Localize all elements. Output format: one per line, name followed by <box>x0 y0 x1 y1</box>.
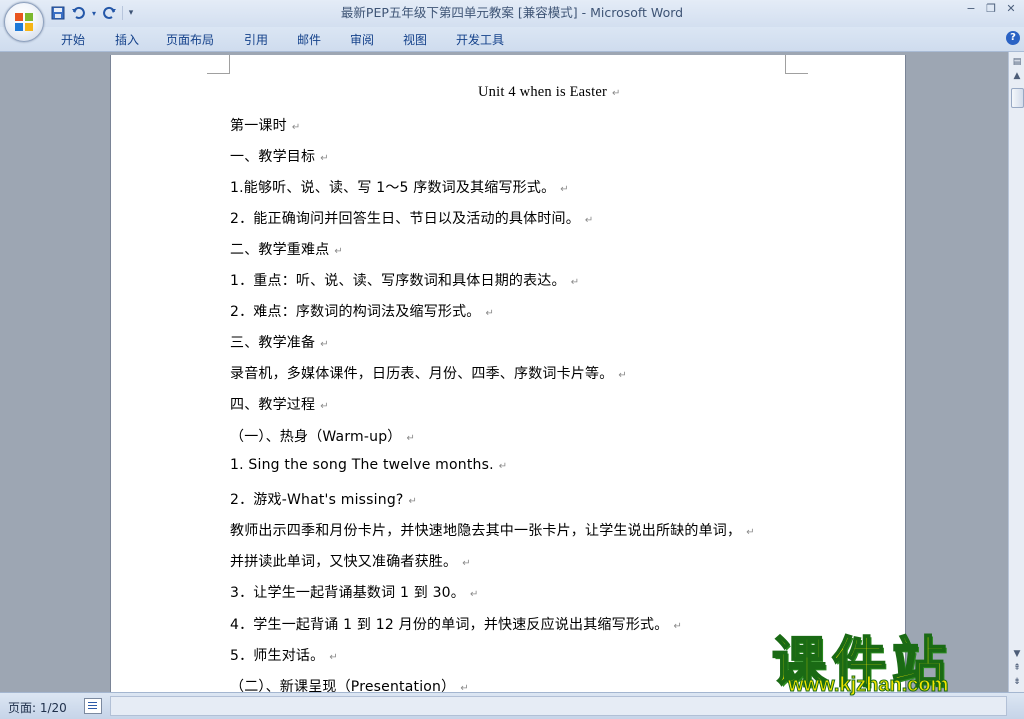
app-name: Microsoft Word <box>590 5 684 20</box>
tab-mailings[interactable]: 邮件 <box>297 31 321 48</box>
tab-review[interactable]: 审阅 <box>350 31 374 48</box>
paragraph: 1．重点：听、说、读、写序数词和具体日期的表达。 ↵ <box>230 273 580 289</box>
office-button[interactable] <box>4 2 44 42</box>
undo-icon[interactable] <box>70 5 86 21</box>
paragraph: 一、教学目标 ↵ <box>230 149 329 165</box>
document-page[interactable]: Unit 4 when is Easter ↵ 第一课时 ↵ 一、教学目标 ↵ 1.能… <box>110 55 906 692</box>
page-count-status[interactable]: 页面: 1/20 <box>8 699 67 716</box>
redo-icon[interactable] <box>102 5 118 21</box>
crop-mark-top-right <box>785 55 808 74</box>
undo-dropdown-icon[interactable]: ▾ <box>90 5 98 21</box>
vertical-scrollbar[interactable]: ▤ ▲ ▼ ⇞ ⇟ <box>1008 52 1024 692</box>
paragraph: 1.能够听、说、读、写 1～5 序数词及其缩写形式。 ↵ <box>230 180 569 196</box>
document-title: 最新PEP五年级下第四单元教案 [兼容模式] - <box>340 5 591 20</box>
document-heading: Unit 4 when is Easter ↵ <box>478 84 621 100</box>
tab-home[interactable]: 开始 <box>61 31 85 48</box>
ribbon-tab-bar: 开始 插入 页面布局 引用 邮件 审阅 视图 开发工具 ? <box>0 27 1024 52</box>
paragraph: 二、教学重难点 ↵ <box>230 242 343 258</box>
tab-developer[interactable]: 开发工具 <box>456 31 504 48</box>
customize-icon[interactable]: ▾ <box>127 5 135 21</box>
paragraph: 3．让学生一起背诵基数词 1 到 30。 ↵ <box>230 585 479 601</box>
close-button[interactable]: ✕ <box>1004 2 1018 16</box>
crop-mark-top-left <box>207 55 230 74</box>
proofing-icon[interactable] <box>84 698 102 714</box>
paragraph: 三、教学准备 ↵ <box>230 335 329 351</box>
tab-view[interactable]: 视图 <box>403 31 427 48</box>
scroll-up-icon[interactable]: ▲ <box>1011 70 1023 82</box>
view-ruler-icon[interactable]: ▤ <box>1011 56 1023 68</box>
tab-page-layout[interactable]: 页面布局 <box>166 31 214 48</box>
save-icon[interactable] <box>50 5 66 21</box>
restore-button[interactable]: ❐ <box>984 2 998 16</box>
title-bar: 最新PEP五年级下第四单元教案 [兼容模式] - Microsoft Word … <box>0 0 1024 27</box>
quick-access-toolbar: ▾ ▾ <box>50 5 135 21</box>
watermark-url: www.kjzhan.com <box>787 674 949 697</box>
tab-references[interactable]: 引用 <box>244 31 268 48</box>
scroll-thumb[interactable] <box>1011 88 1024 108</box>
paragraph: 第一课时 ↵ <box>230 118 301 134</box>
paragraph: 5．师生对话。 ↵ <box>230 648 338 664</box>
paragraph: （二）、新课呈现（Presentation） ↵ <box>230 679 469 692</box>
paragraph: 2．能正确询问并回答生日、节日以及活动的具体时间。 ↵ <box>230 211 594 227</box>
scroll-down-icon[interactable]: ▼ <box>1011 648 1023 660</box>
paragraph: （一）、热身（Warm-up） ↵ <box>230 429 416 445</box>
paragraph: 2．难点：序数词的构词法及缩写形式。 ↵ <box>230 304 495 320</box>
paragraph: 教师出示四季和月份卡片，并快速地隐去其中一张卡片，让学生说出所缺的单词， ↵ <box>230 523 755 539</box>
paragraph: 四、教学过程 ↵ <box>230 397 329 413</box>
previous-page-icon[interactable]: ⇞ <box>1011 662 1023 674</box>
office-logo-icon <box>15 13 33 31</box>
watermark-logo: 课件站 www.kjzhan.com <box>771 618 1004 697</box>
paragraph: 1. Sing the song The twelve months. ↵ <box>230 457 508 473</box>
help-icon[interactable]: ? <box>1006 31 1020 45</box>
document-workspace: Unit 4 when is Easter ↵ 第一课时 ↵ 一、教学目标 ↵ 1.能… <box>0 52 1008 692</box>
next-page-icon[interactable]: ⇟ <box>1011 676 1023 688</box>
paragraph: 2．游戏-What's missing? ↵ <box>230 492 418 508</box>
paragraph: 4．学生一起背诵 1 到 12 月份的单词，并快速反应说出其缩写形式。 ↵ <box>230 617 683 633</box>
toolbar-separator <box>122 6 123 20</box>
paragraph: 录音机，多媒体课件，日历表、月份、四季、序数词卡片等。 ↵ <box>230 366 627 382</box>
tab-insert[interactable]: 插入 <box>115 31 139 48</box>
horizontal-scrollbar[interactable] <box>110 696 1007 716</box>
window-controls: − ❐ ✕ <box>964 2 1018 16</box>
window-title: 最新PEP五年级下第四单元教案 [兼容模式] - Microsoft Word <box>0 0 1024 26</box>
paragraph: 并拼读此单词，又快又准确者获胜。 ↵ <box>230 554 471 570</box>
minimize-button[interactable]: − <box>964 2 978 16</box>
